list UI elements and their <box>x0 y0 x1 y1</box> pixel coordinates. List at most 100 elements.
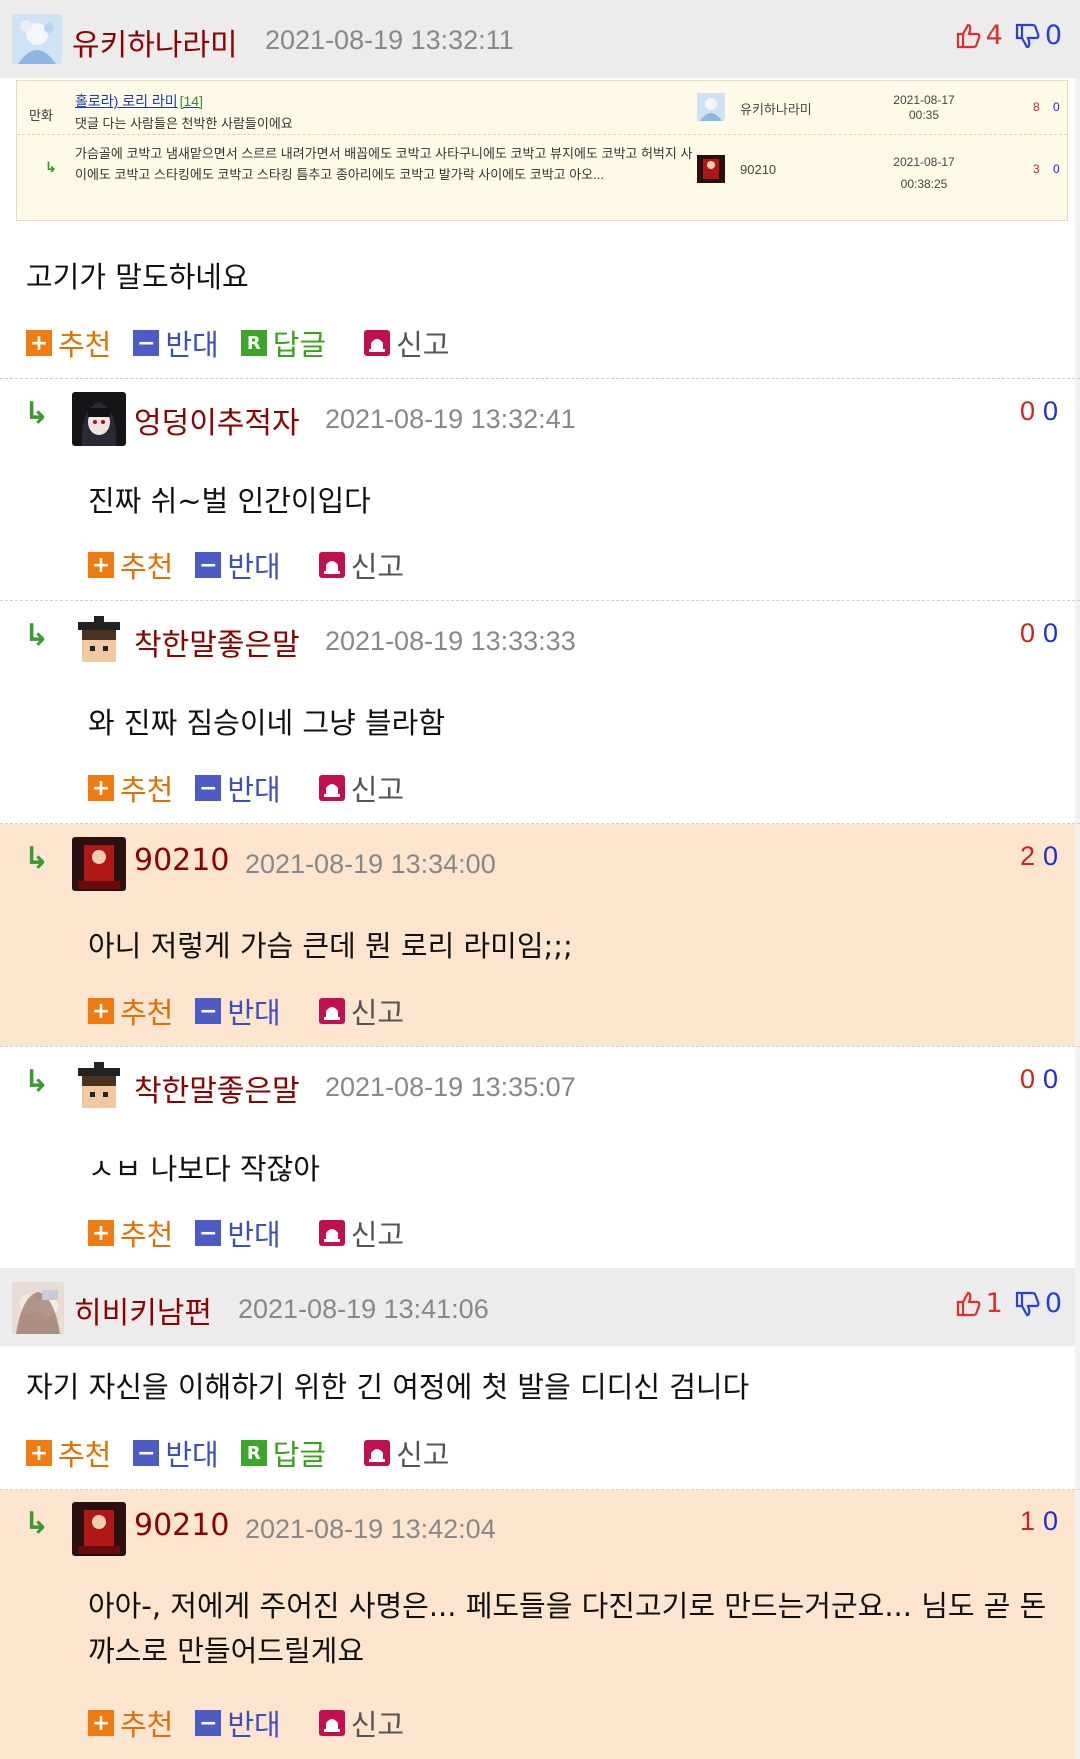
avatar[interactable] <box>72 1502 126 1556</box>
vote-counts: 00 <box>1019 1064 1058 1094</box>
vote-counts: 00 <box>1019 396 1058 426</box>
reply-arrow-icon: ↳ <box>24 841 50 876</box>
downvote-count: 0 <box>1044 1288 1062 1319</box>
minus-icon: − <box>195 552 222 578</box>
comment-timestamp: 2021-08-19 13:35:07 <box>325 1072 576 1102</box>
avatar[interactable] <box>72 392 126 446</box>
preview-avatar <box>697 93 725 121</box>
report-button[interactable]: 신고 <box>318 1702 404 1744</box>
oppose-button[interactable]: − 반대 <box>195 544 281 586</box>
siren-icon <box>318 998 345 1024</box>
comment-username[interactable]: 90210 <box>134 1508 229 1543</box>
preview-down: 0 <box>1053 100 1060 114</box>
report-button[interactable]: 신고 <box>318 1212 404 1254</box>
siren-icon <box>318 1220 345 1246</box>
avatar[interactable] <box>72 837 126 891</box>
comment-username[interactable]: 90210 <box>134 843 229 878</box>
plus-icon: + <box>26 1440 52 1466</box>
recommend-button[interactable]: + 추천 <box>88 767 173 809</box>
thumbs-down-icon[interactable] <box>1013 1290 1041 1318</box>
comment-timestamp: 2021-08-19 13:32:41 <box>325 404 576 434</box>
thumbs-down-icon[interactable] <box>1013 22 1041 50</box>
reply-arrow-icon: ↳ <box>24 1064 50 1099</box>
comment-username[interactable]: 착한말좋은말 <box>134 620 300 664</box>
divider <box>0 378 1080 379</box>
oppose-button[interactable]: − 반대 <box>133 322 219 364</box>
comment-username[interactable]: 히비키남편 <box>74 1288 212 1332</box>
plus-icon: + <box>88 1710 114 1736</box>
recommend-button[interactable]: + 추천 <box>88 990 173 1032</box>
comment-username[interactable]: 착한말좋은말 <box>134 1066 300 1110</box>
comment-username[interactable]: 유키하나라미 <box>72 20 238 64</box>
reply-arrow-icon: ↳ <box>45 159 57 175</box>
comment-text: ㅅㅂ 나보다 작잖아 <box>88 1152 320 1186</box>
post-preview-box: 만화 홀로라) 로리 라미 [14] 댓글 다는 사람들은 천박한 사람들이에요 … <box>16 80 1068 221</box>
reply-button[interactable]: R 답글 <box>240 1432 326 1474</box>
oppose-button[interactable]: − 반대 <box>195 990 281 1032</box>
report-button[interactable]: 신고 <box>364 1432 450 1474</box>
plus-icon: + <box>88 1220 114 1246</box>
divider <box>0 1489 1080 1490</box>
vote-counts: 4 0 <box>954 20 1062 51</box>
minus-icon: − <box>195 1220 222 1246</box>
reply-icon: R <box>240 330 267 356</box>
siren-icon <box>318 552 345 578</box>
avatar[interactable] <box>12 14 62 64</box>
comment-text: 와 진짜 짐승이네 그냥 블라함 <box>88 706 446 740</box>
avatar[interactable] <box>72 614 126 668</box>
preview-comment-count: [14] <box>179 93 203 109</box>
preview-subtitle: 댓글 다는 사람들은 천박한 사람들이에요 <box>75 116 293 131</box>
vote-counts: 20 <box>1019 841 1058 871</box>
divider <box>0 600 1080 601</box>
oppose-button[interactable]: − 반대 <box>133 1432 219 1474</box>
oppose-button[interactable]: − 반대 <box>195 1702 281 1744</box>
minus-icon: − <box>133 330 160 356</box>
reply-arrow-icon: ↳ <box>24 618 50 653</box>
preview-date: 2021-08-17 00:35 <box>893 93 955 122</box>
comment-actions: + 추천 − 반대 R 답글 신고 <box>26 1432 472 1474</box>
preview-reply-text[interactable]: 가슴골에 코박고 냄새맡으면서 스르르 내려가면서 배꼽에도 코박고 사타구니에… <box>75 143 695 185</box>
downvote-count: 0 <box>1044 20 1062 51</box>
recommend-button[interactable]: + 추천 <box>88 1212 173 1254</box>
comment-text: 아아-, 저에게 주어진 사명은... 페도들을 다진고기로 만드는거군요...… <box>88 1589 1047 1668</box>
report-button[interactable]: 신고 <box>318 990 404 1032</box>
preview-author[interactable]: 90210 <box>740 162 776 177</box>
reply-button[interactable]: R 답글 <box>240 322 326 364</box>
recommend-button[interactable]: + 추천 <box>26 322 111 364</box>
siren-icon <box>318 1710 345 1736</box>
reply-arrow-icon: ↳ <box>24 1506 50 1541</box>
preview-up: 3 <box>1033 162 1040 176</box>
report-button[interactable]: 신고 <box>364 322 450 364</box>
thumbs-up-icon[interactable] <box>954 1290 982 1318</box>
avatar[interactable] <box>12 1282 64 1334</box>
siren-icon <box>364 1440 391 1466</box>
recommend-button[interactable]: + 추천 <box>88 1702 173 1744</box>
scrollbar-track[interactable] <box>1075 0 1080 1759</box>
comment-timestamp: 2021-08-19 13:33:33 <box>325 626 576 656</box>
comment-timestamp: 2021-08-19 13:32:11 <box>265 25 514 55</box>
siren-icon <box>364 330 391 356</box>
recommend-button[interactable]: + 추천 <box>26 1432 111 1474</box>
preview-avatar <box>697 155 725 183</box>
preview-post-row[interactable]: 만화 홀로라) 로리 라미 [14] 댓글 다는 사람들은 천박한 사람들이에요 … <box>17 81 1067 135</box>
comment-text: 아니 저렇게 가슴 큰데 뭔 로리 라미임;;; <box>88 929 573 963</box>
plus-icon: + <box>26 330 52 356</box>
oppose-button[interactable]: − 반대 <box>195 1212 281 1254</box>
preview-author[interactable]: 유키하나라미 <box>740 99 812 118</box>
vote-counts: 00 <box>1019 618 1058 648</box>
comment-text: 고기가 말도하네요 <box>26 260 249 294</box>
avatar[interactable] <box>72 1060 126 1114</box>
report-button[interactable]: 신고 <box>318 767 404 809</box>
oppose-button[interactable]: − 반대 <box>195 767 281 809</box>
comment-timestamp: 2021-08-19 13:42:04 <box>245 1514 496 1544</box>
thumbs-up-icon[interactable] <box>954 22 982 50</box>
comment-actions: + 추천 − 반대 신고 <box>88 544 426 586</box>
recommend-button[interactable]: + 추천 <box>88 544 173 586</box>
preview-post-title[interactable]: 홀로라) 로리 라미 [14] <box>75 91 203 111</box>
comment-username[interactable]: 엉덩이추적자 <box>134 398 300 442</box>
report-button[interactable]: 신고 <box>318 544 404 586</box>
preview-date: 2021-08-17 00:38:25 <box>893 155 955 191</box>
comment-actions: + 추천 − 반대 신고 <box>88 990 426 1032</box>
comment-timestamp: 2021-08-19 13:41:06 <box>238 1294 489 1324</box>
upvote-count: 1 <box>985 1288 1003 1319</box>
